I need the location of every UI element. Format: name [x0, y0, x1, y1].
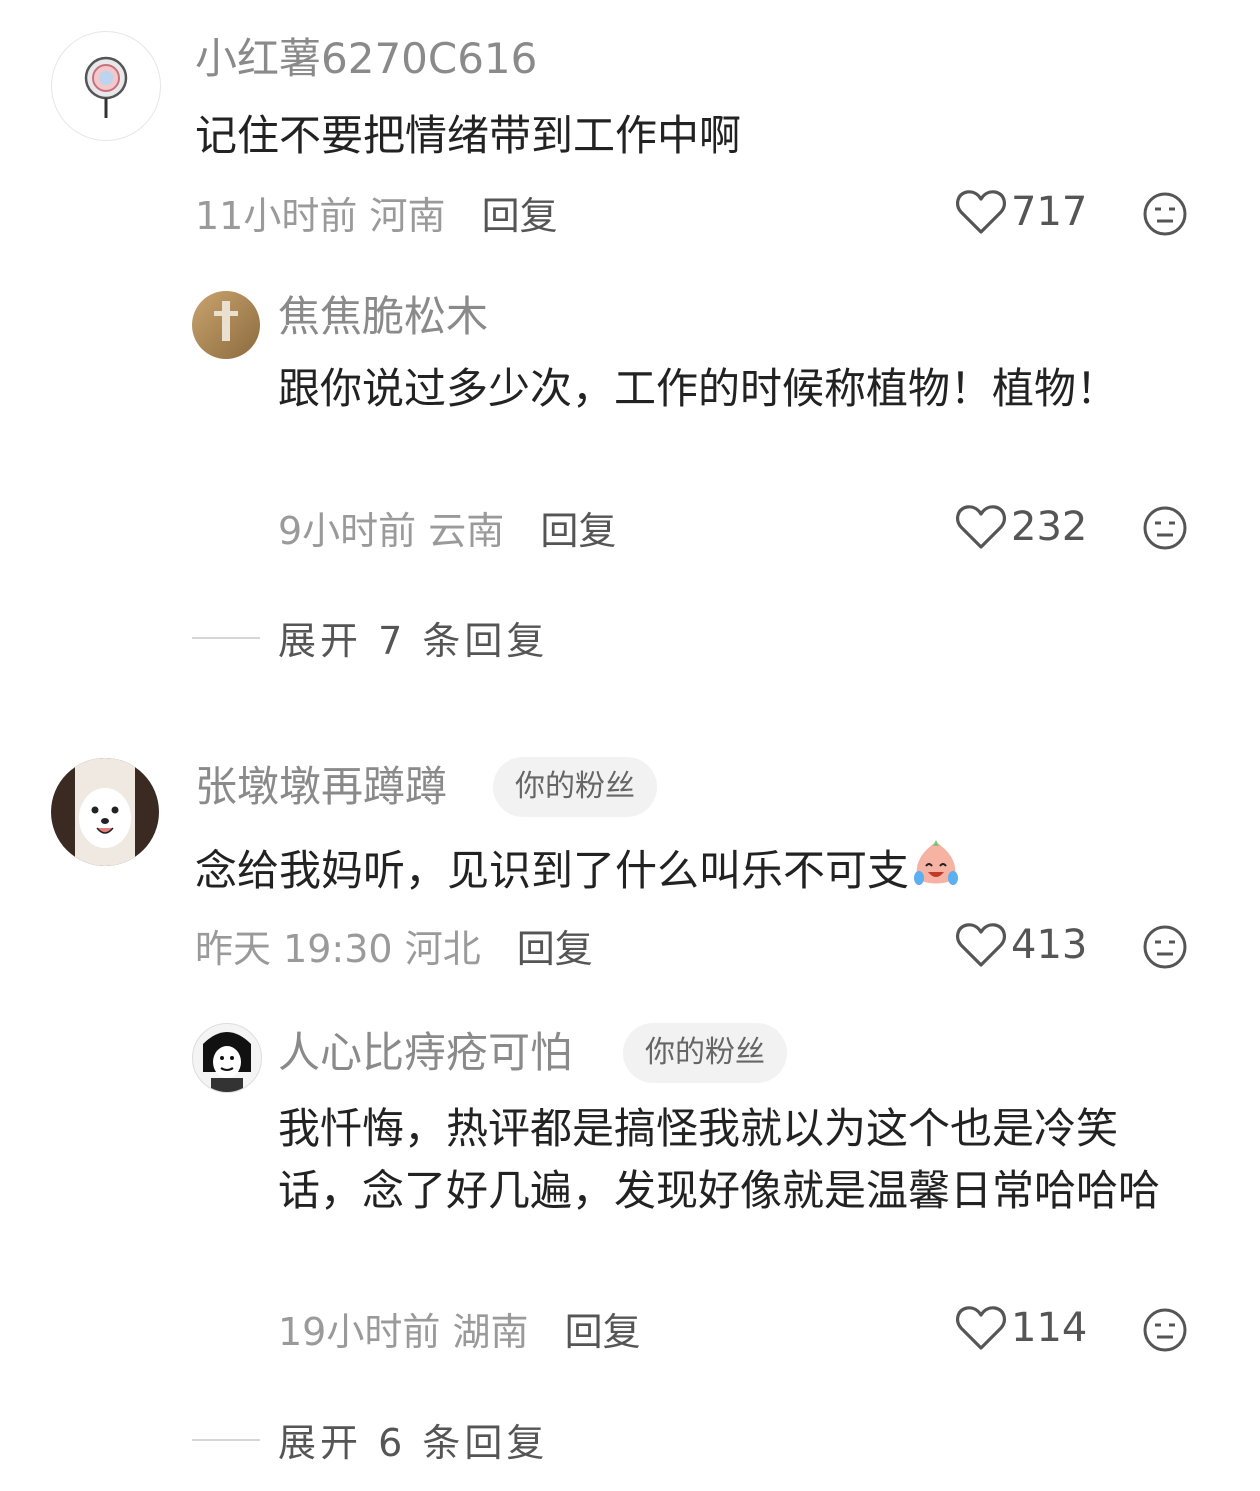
reply-meta: 19小时前 湖南 回复	[278, 1306, 641, 1358]
reply-text: 我忏悔，热评都是搞怪我就以为这个也是冷笑话，念了好几遍，发现好像就是温馨日常哈哈…	[278, 1104, 1161, 1215]
divider	[192, 636, 260, 639]
reply-text: 跟你说过多少次，工作的时候称植物！植物！	[278, 364, 1119, 413]
reply-button[interactable]: 回复	[565, 1310, 641, 1354]
comment-meta: 11小时前 河南 回复	[195, 190, 558, 242]
neutral-face-icon[interactable]	[1142, 191, 1188, 241]
comment-time: 昨天 19:30	[195, 927, 393, 971]
heart-outline-icon	[956, 1306, 1006, 1350]
fan-badge: 你的粉丝	[493, 757, 657, 817]
expand-replies-button[interactable]: 展开 7 条回复	[192, 610, 548, 665]
avatar[interactable]	[51, 31, 161, 141]
expand-replies-label: 展开 6 条回复	[278, 1421, 549, 1465]
like-count: 114	[1011, 1305, 1088, 1351]
like-count: 413	[1011, 922, 1088, 968]
expand-replies-button[interactable]: 展开 6 条回复	[192, 1412, 548, 1467]
like-button[interactable]: 717	[955, 188, 1087, 236]
heart-outline-icon	[956, 505, 1006, 549]
comment-location: 河北	[404, 927, 481, 971]
comment-text: 记住不要把情绪带到工作中啊	[195, 111, 742, 160]
neutral-face-icon[interactable]	[1142, 505, 1188, 555]
like-count: 717	[1011, 189, 1088, 235]
heart-outline-icon	[956, 190, 1006, 234]
laughing-crying-emoji	[909, 838, 963, 909]
reply-button[interactable]: 回复	[540, 509, 616, 553]
like-button[interactable]: 413	[955, 921, 1087, 969]
reply-avatar[interactable]	[192, 291, 260, 359]
reply-avatar[interactable]	[192, 1023, 262, 1093]
reply-author[interactable]: 人心比痔疮可怕	[278, 1026, 572, 1080]
expand-replies-label: 展开 7 条回复	[278, 619, 549, 663]
neutral-face-icon[interactable]	[1142, 924, 1188, 974]
reply-location: 湖南	[452, 1310, 529, 1354]
fan-badge: 你的粉丝	[623, 1023, 787, 1083]
reply-location: 云南	[428, 509, 505, 553]
reply-time: 19小时前	[278, 1310, 441, 1354]
comment-author[interactable]: 小红薯6270C616	[195, 32, 537, 86]
comment-text-content: 念给我妈听，见识到了什么叫乐不可支	[195, 846, 910, 895]
comment-location: 河南	[369, 194, 446, 238]
avatar[interactable]	[51, 758, 159, 866]
reply-button[interactable]: 回复	[517, 927, 593, 971]
reply-meta: 9小时前 云南 回复	[278, 505, 616, 557]
like-button[interactable]: 114	[955, 1304, 1087, 1352]
comment-author[interactable]: 张墩墩再蹲蹲	[195, 760, 447, 814]
comment-time: 11小时前	[195, 194, 358, 238]
reply-time: 9小时前	[278, 509, 417, 553]
comment-meta: 昨天 19:30 河北 回复	[195, 923, 593, 975]
comment-text: 念给我妈听，见识到了什么叫乐不可支	[195, 838, 1195, 909]
divider	[192, 1438, 260, 1441]
like-count: 232	[1011, 504, 1088, 550]
like-button[interactable]: 232	[955, 503, 1087, 551]
neutral-face-icon[interactable]	[1142, 1307, 1188, 1357]
reply-button[interactable]: 回复	[482, 194, 558, 238]
heart-outline-icon	[956, 923, 1006, 967]
reply-author[interactable]: 焦焦脆松木	[278, 290, 488, 344]
